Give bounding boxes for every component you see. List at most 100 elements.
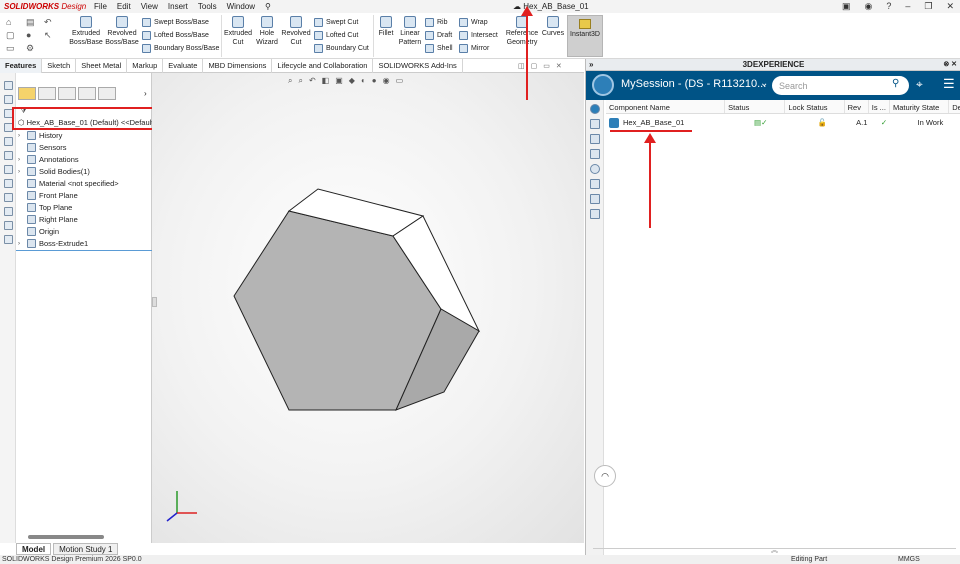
linear-pattern-button[interactable]: Linear Pattern bbox=[397, 16, 423, 47]
restore-button[interactable]: ❐ bbox=[924, 1, 932, 12]
instant3d-button[interactable]: Instant3D bbox=[567, 15, 603, 57]
close-view-icon[interactable]: ✕ bbox=[556, 62, 562, 70]
rail-icon-6[interactable] bbox=[4, 151, 13, 160]
rail-icon-8[interactable] bbox=[4, 179, 13, 188]
panel-rail-icon-2[interactable] bbox=[590, 119, 600, 129]
pin-icon[interactable]: ⚲ bbox=[265, 2, 271, 11]
hamburger-menu-icon[interactable]: ☰ bbox=[943, 76, 955, 92]
tag-icon[interactable]: ⌖ bbox=[916, 77, 923, 92]
chevron-down-icon[interactable]: ⌄ bbox=[760, 78, 768, 89]
close-button[interactable]: ✕ bbox=[946, 1, 954, 12]
scene-icon[interactable]: ◉ bbox=[383, 76, 390, 86]
list-icon[interactable] bbox=[590, 179, 600, 189]
tab-evaluate[interactable]: Evaluate bbox=[163, 59, 204, 73]
shell-button[interactable]: Shell bbox=[425, 44, 453, 53]
rail-icon-1[interactable] bbox=[4, 81, 13, 90]
col-component-name[interactable]: Component Name bbox=[606, 100, 726, 113]
terminal-icon[interactable]: ▣ bbox=[842, 1, 851, 12]
folder-icon[interactable] bbox=[590, 134, 600, 144]
gear-icon[interactable]: ⚙ bbox=[26, 43, 34, 54]
rail-icon-10[interactable] bbox=[4, 207, 13, 216]
cloud-toggle-icon[interactable]: ◠ bbox=[594, 465, 616, 487]
draft-button[interactable]: Draft bbox=[425, 31, 452, 40]
rail-icon-11[interactable] bbox=[4, 221, 13, 230]
extruded-boss-button[interactable]: Extruded Boss/Base bbox=[69, 16, 103, 47]
tree-item[interactable]: › Annotations bbox=[18, 155, 79, 164]
menu-insert[interactable]: Insert bbox=[168, 2, 188, 11]
swept-boss-button[interactable]: Swept Boss/Base bbox=[142, 18, 209, 27]
tab-sketch[interactable]: Sketch bbox=[42, 59, 77, 73]
panel-rail-icon-7[interactable] bbox=[590, 194, 600, 204]
boundary-boss-button[interactable]: Boundary Boss/Base bbox=[142, 44, 219, 53]
save-icon[interactable]: ▤ bbox=[26, 17, 35, 28]
panel-horizontal-scrollbar[interactable]: ︽ bbox=[593, 545, 956, 555]
tab-mbd-dimensions[interactable]: MBD Dimensions bbox=[203, 59, 273, 73]
tab-model[interactable]: Model bbox=[16, 543, 52, 555]
session-title[interactable]: MySession - (DS - R113210... bbox=[621, 78, 766, 90]
rail-icon-12[interactable] bbox=[4, 235, 13, 244]
options-icon[interactable]: ● bbox=[26, 30, 31, 40]
swept-cut-button[interactable]: Swept Cut bbox=[314, 18, 358, 27]
previous-view-icon[interactable]: ↶ bbox=[309, 76, 316, 86]
collapse-panel-icon[interactable]: » bbox=[589, 59, 593, 71]
feature-tree-tab[interactable] bbox=[18, 87, 36, 100]
cube-icon[interactable] bbox=[590, 209, 600, 219]
menu-window[interactable]: Window bbox=[227, 2, 255, 11]
col-lock-status[interactable]: Lock Status bbox=[785, 100, 845, 113]
zoom-area-icon[interactable]: ⌕ bbox=[298, 76, 302, 86]
user-avatar[interactable]: ◉ bbox=[864, 1, 872, 12]
expand-arrow-icon[interactable]: › bbox=[18, 133, 24, 139]
print-icon[interactable]: ▭ bbox=[6, 43, 15, 54]
restore-view-icon[interactable]: ▢ bbox=[531, 62, 538, 70]
rail-icon-5[interactable] bbox=[4, 137, 13, 146]
appearance-icon[interactable]: ● bbox=[372, 76, 377, 86]
appearance-icon[interactable] bbox=[590, 164, 600, 174]
feature-tree-scrollbar[interactable] bbox=[28, 535, 104, 539]
wrap-button[interactable]: Wrap bbox=[459, 18, 488, 27]
chevron-right-icon[interactable]: › bbox=[144, 89, 147, 98]
config-tab[interactable] bbox=[58, 87, 76, 100]
tree-item[interactable]: › Boss-Extrude1 bbox=[18, 239, 88, 248]
col-maturity-state[interactable]: Maturity State bbox=[890, 100, 950, 113]
table-row[interactable]: Hex_AB_Base_01 ▤✓ 🔓 A.1 ✓ In Work bbox=[606, 116, 960, 130]
intersect-button[interactable]: Intersect bbox=[459, 31, 498, 40]
menu-file[interactable]: File bbox=[94, 2, 107, 11]
menu-view[interactable]: View bbox=[141, 2, 158, 11]
mirror-button[interactable]: Mirror bbox=[459, 44, 489, 53]
tab-addins[interactable]: SOLIDWORKS Add-Ins bbox=[373, 59, 463, 73]
undo-icon[interactable]: ↶ bbox=[44, 17, 52, 28]
property-tab[interactable] bbox=[38, 87, 56, 100]
section-view-icon[interactable]: ◧ bbox=[322, 76, 330, 86]
graphics-area[interactable] bbox=[152, 73, 584, 543]
tree-item[interactable]: › History bbox=[18, 131, 62, 140]
tree-item[interactable]: Right Plane bbox=[18, 215, 78, 224]
tab-features[interactable]: Features bbox=[0, 59, 43, 73]
view-settings-icon[interactable]: ▭ bbox=[396, 76, 404, 86]
select-icon[interactable]: ↖ bbox=[44, 30, 52, 41]
menu-tools[interactable]: Tools bbox=[198, 2, 217, 11]
col-de[interactable]: De bbox=[949, 100, 960, 113]
tree-item[interactable]: › Solid Bodies(1) bbox=[18, 167, 90, 176]
hole-wizard-button[interactable]: Hole Wizard bbox=[253, 16, 281, 47]
tab-sheet-metal[interactable]: Sheet Metal bbox=[76, 59, 128, 73]
curves-button[interactable]: Curves bbox=[539, 16, 567, 38]
view-orientation-icon[interactable]: ▣ bbox=[335, 76, 343, 86]
status-units[interactable]: MMGS bbox=[898, 556, 920, 563]
rollback-bar[interactable] bbox=[16, 250, 152, 251]
zoom-fit-icon[interactable]: ⌕ bbox=[288, 76, 292, 86]
tree-item[interactable]: Origin bbox=[18, 227, 59, 236]
tab-lifecycle[interactable]: Lifecycle and Collaboration bbox=[272, 59, 374, 73]
tree-item[interactable]: Top Plane bbox=[18, 203, 72, 212]
help-icon[interactable]: ? bbox=[886, 1, 891, 12]
new-icon[interactable]: ▢ bbox=[6, 30, 15, 41]
search-icon[interactable]: ⚲ bbox=[892, 78, 899, 89]
fillet-button[interactable]: Fillet bbox=[375, 16, 397, 38]
rib-button[interactable]: Rib bbox=[425, 18, 448, 27]
search-input[interactable] bbox=[772, 76, 909, 95]
col-status[interactable]: Status bbox=[725, 100, 786, 113]
chevron-up-icon[interactable]: ︽ bbox=[771, 545, 778, 555]
panel-close-icon[interactable]: ⊗ ✕ bbox=[943, 59, 957, 71]
lofted-boss-button[interactable]: Lofted Boss/Base bbox=[142, 31, 209, 40]
display-tab[interactable] bbox=[98, 87, 116, 100]
rail-icon-9[interactable] bbox=[4, 193, 13, 202]
